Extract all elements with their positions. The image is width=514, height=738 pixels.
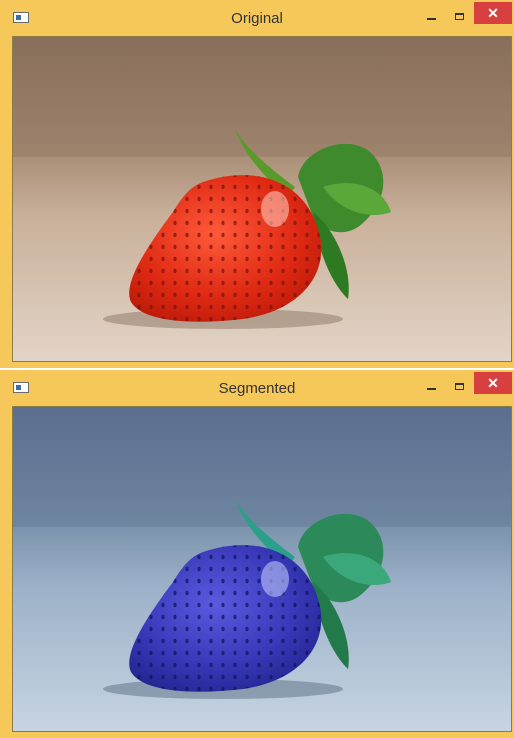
title-bar[interactable]: Segmented ✕ (0, 370, 514, 406)
minimize-button[interactable] (418, 4, 444, 28)
minimize-icon (426, 18, 436, 20)
close-button[interactable]: ✕ (474, 2, 512, 24)
image-canvas (12, 406, 512, 732)
strawberry-segmented-photo (13, 407, 511, 731)
close-icon: ✕ (487, 5, 499, 21)
minimize-button[interactable] (418, 374, 444, 398)
window-original: Original ✕ (0, 0, 514, 368)
close-icon: ✕ (487, 375, 499, 391)
image-canvas (12, 36, 512, 362)
strawberry-photo (13, 37, 511, 361)
maximize-icon (454, 12, 464, 20)
close-button[interactable]: ✕ (474, 372, 512, 394)
title-bar[interactable]: Original ✕ (0, 0, 514, 36)
maximize-icon (454, 382, 464, 390)
maximize-button[interactable] (446, 4, 472, 28)
maximize-button[interactable] (446, 374, 472, 398)
minimize-icon (426, 388, 436, 390)
window-segmented: Segmented ✕ (0, 370, 514, 738)
